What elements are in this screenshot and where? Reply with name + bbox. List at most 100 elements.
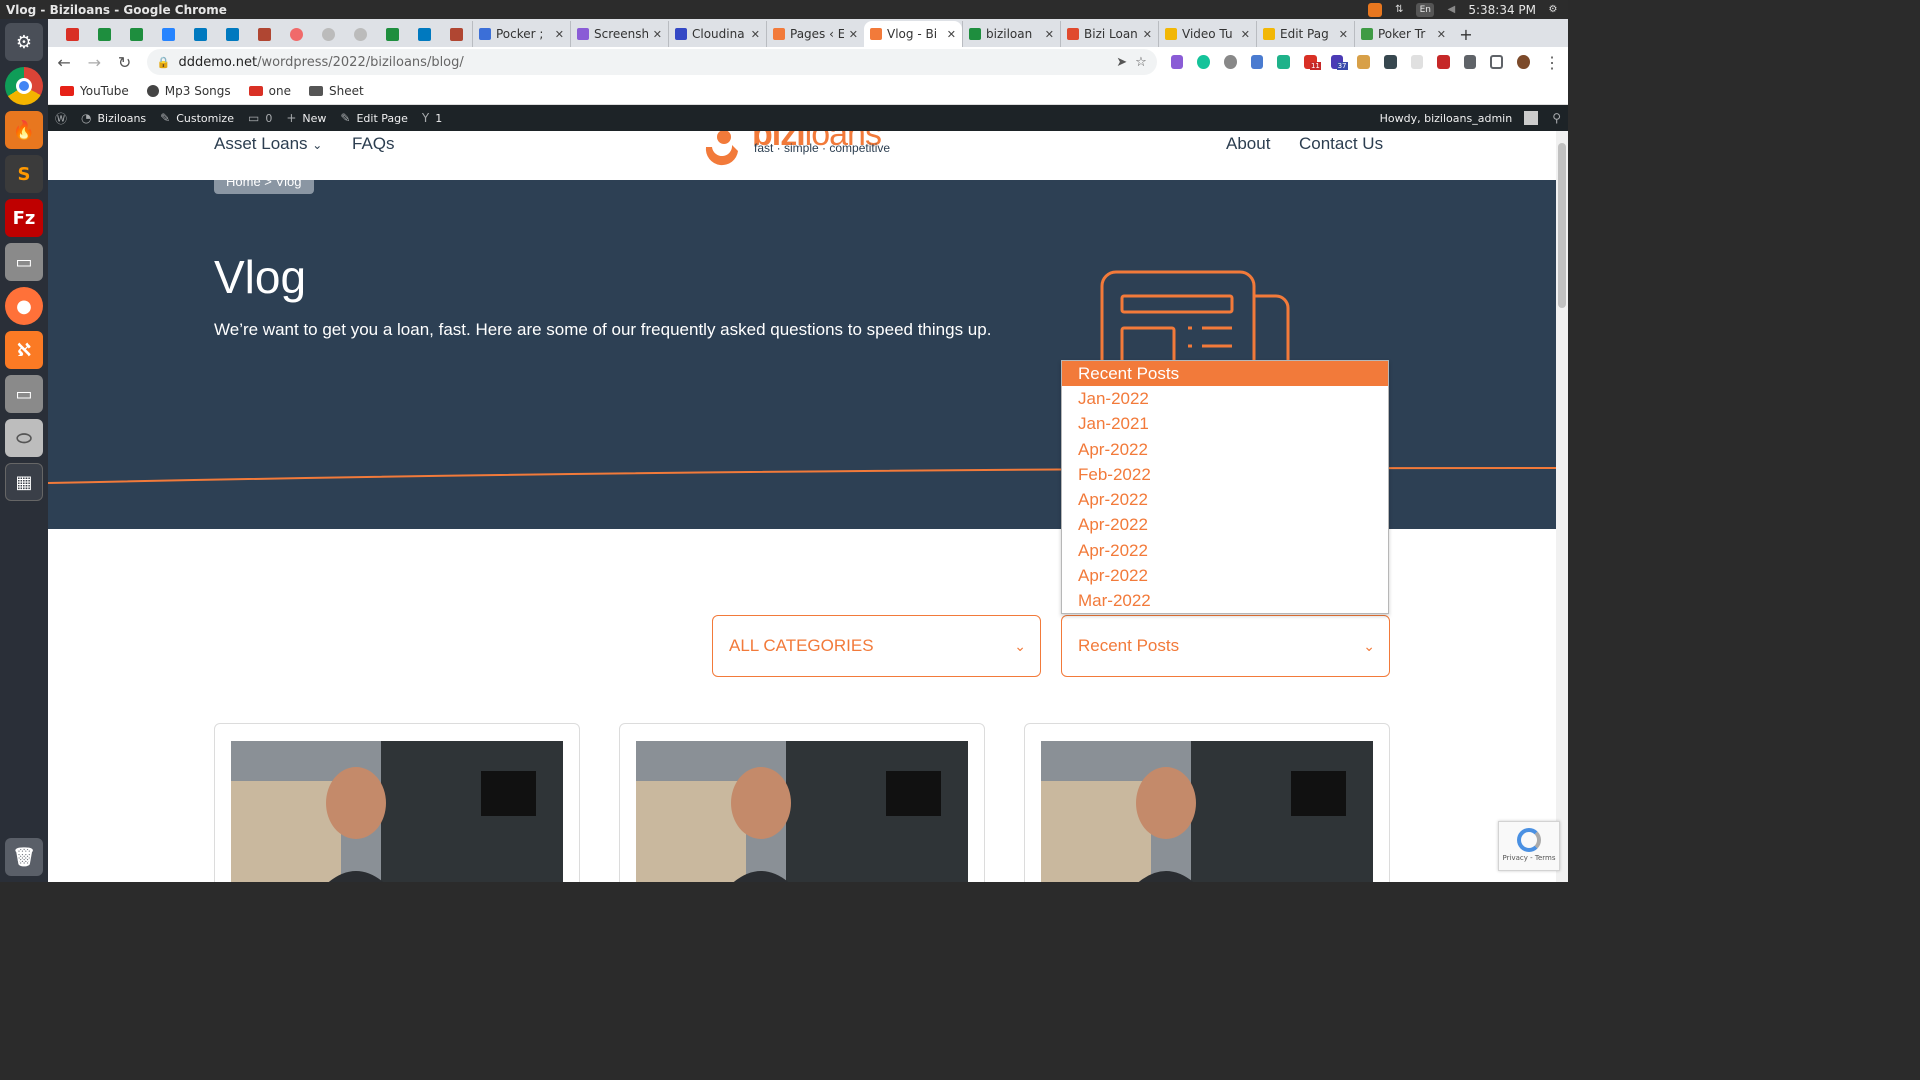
dropdown-option[interactable]: Feb-2022 [1062,462,1388,487]
dropdown-option[interactable]: Mar-2022 [1062,588,1388,613]
tab[interactable]: Edit Pag ✕ [1256,21,1354,47]
address-bar[interactable]: 🔒 dddemo.net/wordpress/2022/biziloans/bl… [146,49,1157,75]
blog-post-card[interactable] [214,723,580,882]
site-logo[interactable]: biziloans fast · simple · competitive [698,131,918,169]
close-tab-icon[interactable]: ✕ [947,28,956,41]
chrome-menu-icon[interactable]: ⋮ [1544,53,1560,72]
tab[interactable]: Bizi Loan ✕ [1060,21,1158,47]
flame-app-icon[interactable]: 🔥 [5,111,43,149]
tab-jira[interactable] [152,21,184,47]
wp-yoast-link[interactable]: Y1 [415,105,449,131]
tab-trello-5[interactable] [440,21,472,47]
dropdown-option[interactable]: Apr-2022 [1062,512,1388,537]
dropdown-option[interactable]: Jan-2022 [1062,386,1388,411]
nav-asset-loans[interactable]: Asset Loans ⌄ [214,134,322,154]
scrollbar-thumb[interactable] [1558,143,1566,308]
wp-comments-link[interactable]: ▭ 0 [241,105,279,131]
tab-sheets-2[interactable] [120,21,152,47]
nav-faqs[interactable]: FAQs [352,134,395,154]
bookmark-youtube[interactable]: YouTube [60,84,129,98]
close-tab-icon[interactable]: ✕ [751,28,760,41]
settings-gear-icon[interactable]: ⚙ [1546,3,1560,17]
dropdown-option[interactable]: Apr-2022 [1062,538,1388,563]
tab-loading-2[interactable] [344,21,376,47]
dropdown-option[interactable]: Apr-2022 [1062,437,1388,462]
filezilla-icon[interactable]: Fz [5,199,43,237]
wp-account-menu[interactable]: Howdy, biziloans_admin [1373,105,1546,131]
files-icon[interactable]: ▭ [5,243,43,281]
tab[interactable]: Screensh ✕ [570,21,668,47]
keyboard-layout[interactable]: En [1416,2,1435,17]
extension-screen-icon[interactable] [1383,55,1397,69]
bookmark-star-icon[interactable]: ☆ [1135,55,1147,70]
tab-asana[interactable] [280,21,312,47]
tab[interactable]: Video Tu ✕ [1158,21,1256,47]
firefox-icon[interactable]: ● [5,287,43,325]
blog-post-card[interactable] [1024,723,1390,882]
tab[interactable]: Pages ‹ E ✕ [766,21,864,47]
trash-icon[interactable]: 🗑 [5,838,43,876]
dropdown-option[interactable]: Apr-2022 [1062,563,1388,588]
bookmark-mp3-songs[interactable]: Mp3 Songs [146,84,231,98]
extension-mail-icon[interactable]: 11 [1303,55,1321,70]
close-tab-icon[interactable]: ✕ [1045,28,1054,41]
extensions-puzzle-icon[interactable] [1463,55,1477,69]
tab-trello-1[interactable] [184,21,216,47]
extension-a-icon[interactable] [1277,55,1290,69]
close-tab-icon[interactable]: ✕ [653,28,662,41]
reload-icon[interactable]: ↻ [117,53,133,72]
blog-post-card[interactable] [619,723,985,882]
wp-edit-page-link[interactable]: ✎ Edit Page [333,105,415,131]
close-tab-icon[interactable]: ✕ [1437,28,1446,41]
tab-active[interactable]: Vlog - Bi ✕ [864,21,962,47]
tab[interactable]: Poker Tr ✕ [1354,21,1452,47]
post-thumbnail[interactable] [1041,741,1373,882]
new-tab-button[interactable]: + [1452,21,1480,47]
extension-globe-icon[interactable] [1224,55,1237,69]
close-tab-icon[interactable]: ✕ [1339,28,1348,41]
page-scrollbar[interactable] [1556,131,1568,882]
tab-trello-3[interactable] [248,21,280,47]
wp-site-link[interactable]: ◔ Biziloans [74,105,153,131]
tab-loading-1[interactable] [312,21,344,47]
nav-about[interactable]: About [1226,134,1270,154]
recent-posts-select[interactable]: Recent Posts ⌄ [1061,615,1390,677]
file-manager-icon[interactable]: ▭ [5,375,43,413]
tab[interactable]: Cloudina ✕ [668,21,766,47]
extension-n-icon[interactable] [1250,55,1264,69]
post-thumbnail[interactable] [636,741,968,882]
dropdown-option[interactable]: Apr-2022 [1062,487,1388,512]
clock[interactable]: 5:38:34 PM [1468,3,1536,17]
close-tab-icon[interactable]: ✕ [555,28,564,41]
close-tab-icon[interactable]: ✕ [849,28,858,41]
extension-grammarly-icon[interactable] [1197,55,1211,69]
send-icon[interactable]: ➤ [1116,55,1127,70]
extension-pen-icon[interactable] [1170,55,1184,69]
side-panel-icon[interactable] [1490,55,1504,69]
wp-search-button[interactable]: ⚲ [1545,105,1568,131]
sublime-text-icon[interactable]: S [5,155,43,193]
bookmark-sheet[interactable]: Sheet [309,84,364,98]
tab-sheets-3[interactable] [376,21,408,47]
network-icon[interactable]: ⇅ [1392,3,1406,17]
xampp-icon[interactable]: ℵ [5,331,43,369]
tab-sheets-1[interactable] [88,21,120,47]
dropdown-option-recent-posts[interactable]: Recent Posts [1062,361,1388,386]
chrome-icon[interactable] [5,67,43,105]
close-tab-icon[interactable]: ✕ [1241,28,1250,41]
bookmark-one[interactable]: one [248,84,291,98]
system-settings-icon[interactable]: ⚙ [5,23,43,61]
categories-select[interactable]: ALL CATEGORIES ⌄ [712,615,1041,677]
disk-icon[interactable]: ⬭ [5,419,43,457]
dropdown-option[interactable]: Jan-2021 [1062,411,1388,436]
extension-shield-icon[interactable]: 37 [1330,55,1348,70]
recent-posts-dropdown-list[interactable]: Recent Posts Jan-2022 Jan-2021 Apr-2022 … [1061,360,1389,614]
post-thumbnail[interactable] [231,741,563,882]
tab-gmail[interactable] [56,21,88,47]
profile-avatar-icon[interactable] [1517,55,1531,69]
extension-hammer-icon[interactable] [1357,55,1370,69]
tab-trello-4[interactable] [408,21,440,47]
tab-trello-2[interactable] [216,21,248,47]
extension-flag-icon[interactable] [1437,55,1450,69]
recaptcha-badge[interactable]: Privacy - Terms [1498,821,1560,871]
